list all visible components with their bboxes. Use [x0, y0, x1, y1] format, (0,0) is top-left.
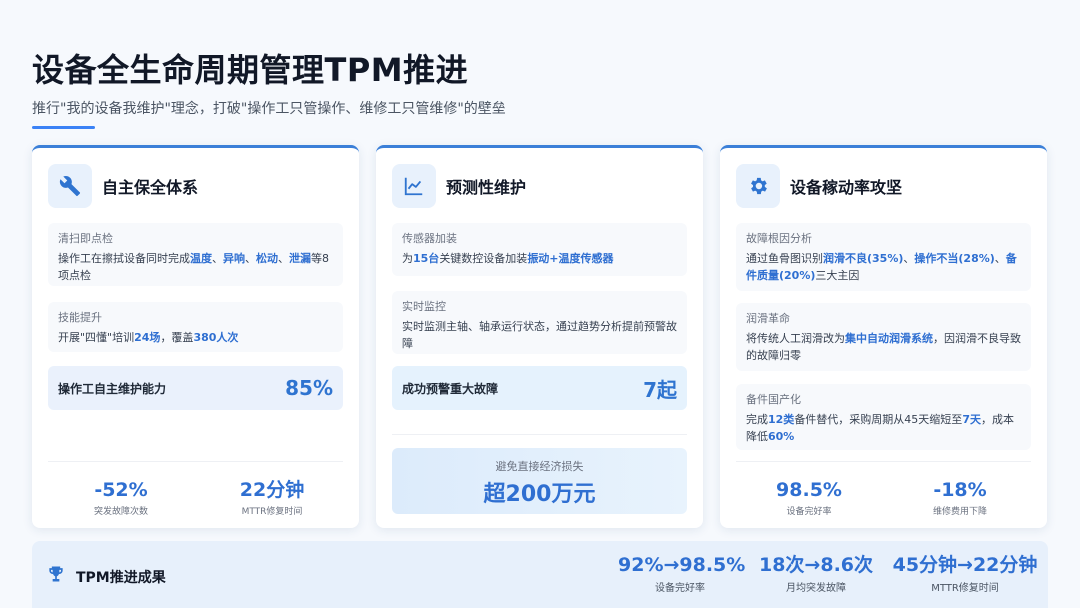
- stat-value: 98.5%: [776, 479, 842, 501]
- result-label: MTTR修复时间: [931, 583, 999, 594]
- block-root-cause: 故障根因分析 通过鱼骨图识别润滑不良(35%)、操作不当(28%)、备件质量(2…: [736, 223, 1031, 291]
- card-equipment-utilization: 设备稼动率攻坚 故障根因分析 通过鱼骨图识别润滑不良(35%)、操作不当(28%…: [720, 145, 1047, 528]
- metric-label: 操作工自主维护能力: [58, 381, 167, 396]
- block-text: 完成12类备件替代，采购周期从45天缩短至7天，成本降低60%: [746, 413, 1014, 443]
- block-sensor-install: 传感器加装 为15台关键数控设备加装振动+温度传感器: [392, 223, 687, 276]
- metric-row: 操作工自主维护能力 85%: [48, 366, 343, 410]
- card-title: 设备稼动率攻坚: [790, 178, 903, 197]
- result-mttr: 45分钟→22分钟 MTTR修复时间: [890, 553, 1040, 594]
- block-label: 技能提升: [58, 311, 102, 324]
- card-title: 自主保全体系: [102, 178, 199, 197]
- result-value: 45分钟→22分钟: [892, 554, 1038, 576]
- card-header: 预测性维护: [392, 164, 526, 208]
- stat-failure-count: -52% 突发故障次数: [46, 478, 196, 517]
- stat-value: -18%: [933, 479, 987, 501]
- block-realtime-monitor: 实时监控 实时监测主轴、轴承运行状态，通过趋势分析提前预警故障: [392, 291, 687, 354]
- card-predictive-maintenance: 预测性维护 传感器加装 为15台关键数控设备加装振动+温度传感器 实时监控 实时…: [376, 145, 703, 528]
- result-value: 92%→98.5%: [618, 554, 746, 576]
- divider: [48, 461, 343, 462]
- results-bar: TPM推进成果 92%→98.5% 设备完好率 18次→8.6次 月均突发故障 …: [32, 541, 1048, 608]
- stat-label: 设备完好率: [786, 507, 832, 517]
- divider: [736, 461, 1031, 462]
- result-value: 18次→8.6次: [758, 554, 874, 576]
- block-text: 实时监测主轴、轴承运行状态，通过趋势分析提前预警故障: [402, 320, 677, 350]
- results-title: TPM推进成果: [76, 570, 166, 586]
- loss-label: 避免直接经济损失: [495, 460, 584, 473]
- line-chart-icon: [392, 164, 436, 208]
- stat-maintenance-cost: -18% 维修费用下降: [885, 478, 1035, 517]
- stat-label: 维修费用下降: [932, 507, 987, 517]
- block-label: 传感器加装: [402, 232, 457, 245]
- result-equipment-availability: 92%→98.5% 设备完好率: [618, 553, 746, 594]
- stat-label: MTTR修复时间: [241, 507, 303, 517]
- stat-equipment-availability: 98.5% 设备完好率: [734, 478, 884, 517]
- block-spare-parts: 备件国产化 完成12类备件替代，采购周期从45天缩短至7天，成本降低60%: [736, 384, 1031, 450]
- page-subtitle: 推行"我的设备我维护"理念，打破"操作工只管操作、维修工只管维修"的壁垒: [32, 101, 506, 117]
- stat-mttr: 22分钟 MTTR修复时间: [197, 478, 347, 517]
- wrench-icon: [48, 164, 92, 208]
- card-header: 自主保全体系: [48, 164, 198, 208]
- card-title: 预测性维护: [446, 178, 527, 197]
- stat-value: 22分钟: [239, 479, 305, 501]
- title-underline: [32, 126, 95, 129]
- card-autonomous-maintenance: 自主保全体系 清扫即点检 操作工在擦拭设备同时完成温度、异响、松动、泄漏等8项点…: [32, 145, 359, 528]
- stat-label: 突发故障次数: [93, 507, 148, 517]
- block-text: 通过鱼骨图识别润滑不良(35%)、操作不当(28%)、备件质量(20%)三大主因: [746, 252, 1017, 282]
- page-title: 设备全生命周期管理TPM推进: [32, 51, 469, 89]
- result-label: 月均突发故障: [786, 583, 846, 594]
- metric-value: 85%: [285, 376, 333, 400]
- block-lubrication: 润滑革命 将传统人工润滑改为集中自动润滑系统，因润滑不良导致的故障归零: [736, 303, 1031, 371]
- block-text: 为15台关键数控设备加装振动+温度传感器: [402, 252, 614, 265]
- loss-box: 避免直接经济损失 超200万元: [392, 448, 687, 514]
- trophy-icon: [46, 564, 66, 588]
- block-cleaning-inspection: 清扫即点检 操作工在擦拭设备同时完成温度、异响、松动、泄漏等8项点检: [48, 223, 343, 286]
- block-label: 清扫即点检: [58, 232, 113, 245]
- gear-icon: [736, 164, 780, 208]
- metric-value: 7起: [643, 377, 677, 402]
- block-text: 操作工在擦拭设备同时完成温度、异响、松动、泄漏等8项点检: [58, 252, 329, 282]
- block-skill-training: 技能提升 开展"四懂"培训24场，覆盖380人次: [48, 302, 343, 352]
- stat-value: -52%: [94, 479, 148, 501]
- loss-value: 超200万元: [483, 482, 596, 507]
- block-label: 备件国产化: [746, 393, 801, 406]
- block-label: 故障根因分析: [746, 232, 812, 245]
- block-label: 实时监控: [402, 300, 446, 313]
- block-text: 开展"四懂"培训24场，覆盖380人次: [58, 331, 239, 344]
- block-label: 润滑革命: [746, 312, 790, 325]
- metric-label: 成功预警重大故障: [402, 381, 499, 396]
- card-header: 设备稼动率攻坚: [736, 164, 902, 208]
- divider: [392, 434, 687, 435]
- metric-row: 成功预警重大故障 7起: [392, 366, 687, 410]
- result-monthly-failures: 18次→8.6次 月均突发故障: [758, 553, 874, 594]
- block-text: 将传统人工润滑改为集中自动润滑系统，因润滑不良导致的故障归零: [746, 332, 1021, 362]
- result-label: 设备完好率: [655, 583, 705, 594]
